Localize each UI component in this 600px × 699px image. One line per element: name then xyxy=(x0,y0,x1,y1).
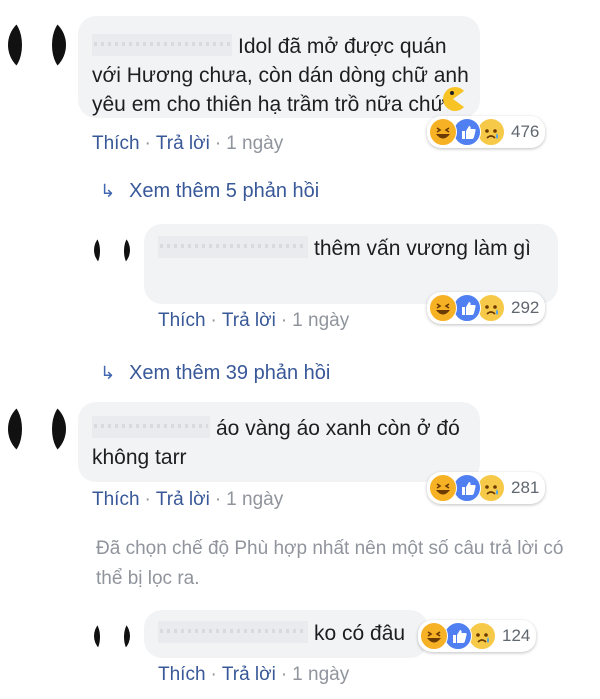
comment-bubble: áo vàng áo xanh còn ở đó không tarr xyxy=(78,402,480,482)
haha-icon xyxy=(420,622,448,650)
like-link[interactable]: Thích xyxy=(92,133,140,154)
avatar[interactable] xyxy=(8,400,66,458)
reaction-count: 292 xyxy=(511,298,540,317)
haha-icon xyxy=(429,474,457,502)
author-name-redacted[interactable] xyxy=(92,416,210,438)
haha-icon xyxy=(429,118,457,146)
reaction-summary[interactable]: 476 xyxy=(427,116,546,148)
author-name-redacted[interactable] xyxy=(158,236,308,258)
like-icon xyxy=(444,622,472,650)
view-more-replies[interactable]: ↳ Xem thêm 5 phản hồi xyxy=(100,180,319,203)
avatar[interactable] xyxy=(8,16,66,74)
reply-actions: Thích · Trả lời · 1 ngày xyxy=(158,310,350,331)
timestamp[interactable]: 1 ngày xyxy=(292,310,349,331)
like-icon xyxy=(453,118,481,146)
sad-icon xyxy=(477,294,505,322)
reaction-count: 281 xyxy=(511,478,540,497)
pacman-emoticon-icon xyxy=(443,87,464,111)
timestamp[interactable]: 1 ngày xyxy=(226,133,283,154)
sad-icon xyxy=(477,474,505,502)
reply-link[interactable]: Trả lời xyxy=(222,310,276,331)
like-link[interactable]: Thích xyxy=(158,664,206,685)
avatar[interactable] xyxy=(94,618,130,654)
sad-icon xyxy=(477,118,505,146)
reaction-summary[interactable]: 124 xyxy=(418,620,537,652)
haha-icon xyxy=(429,294,457,322)
reply-text: thêm vấn vương làm gì xyxy=(314,237,531,260)
timestamp[interactable]: 1 ngày xyxy=(226,489,283,510)
filter-notice: Đã chọn chế độ Phù hợp nhất nên một số c… xyxy=(96,538,564,589)
like-icon xyxy=(453,474,481,502)
author-name-redacted[interactable] xyxy=(158,621,308,643)
reaction-count: 124 xyxy=(502,626,531,645)
avatar[interactable] xyxy=(94,232,130,268)
like-link[interactable]: Thích xyxy=(158,310,206,331)
author-name-redacted[interactable] xyxy=(92,34,232,56)
reply-arrow-icon: ↳ xyxy=(100,363,116,383)
reply-actions: Thích · Trả lời · 1 ngày xyxy=(158,664,350,685)
like-icon xyxy=(453,294,481,322)
reaction-count: 476 xyxy=(511,122,540,141)
comment-actions: Thích · Trả lời · 1 ngày xyxy=(92,133,284,154)
reply-text: ko có đâu xyxy=(314,622,406,645)
reaction-summary[interactable]: 281 xyxy=(427,472,546,504)
reply-arrow-icon: ↳ xyxy=(100,181,116,201)
reply-bubble: ko có đâu xyxy=(144,610,428,658)
reaction-summary[interactable]: 292 xyxy=(427,292,546,324)
timestamp[interactable]: 1 ngày xyxy=(292,664,349,685)
reply-link[interactable]: Trả lời xyxy=(222,664,276,685)
reply-link[interactable]: Trả lời xyxy=(156,489,210,510)
sad-icon xyxy=(468,622,496,650)
reply-link[interactable]: Trả lời xyxy=(156,133,210,154)
comment-actions: Thích · Trả lời · 1 ngày xyxy=(92,489,284,510)
comment-bubble: Idol đã mở được quán với Hương chưa, còn… xyxy=(78,16,480,118)
view-more-replies[interactable]: ↳ Xem thêm 39 phản hồi xyxy=(100,362,330,385)
like-link[interactable]: Thích xyxy=(92,489,140,510)
